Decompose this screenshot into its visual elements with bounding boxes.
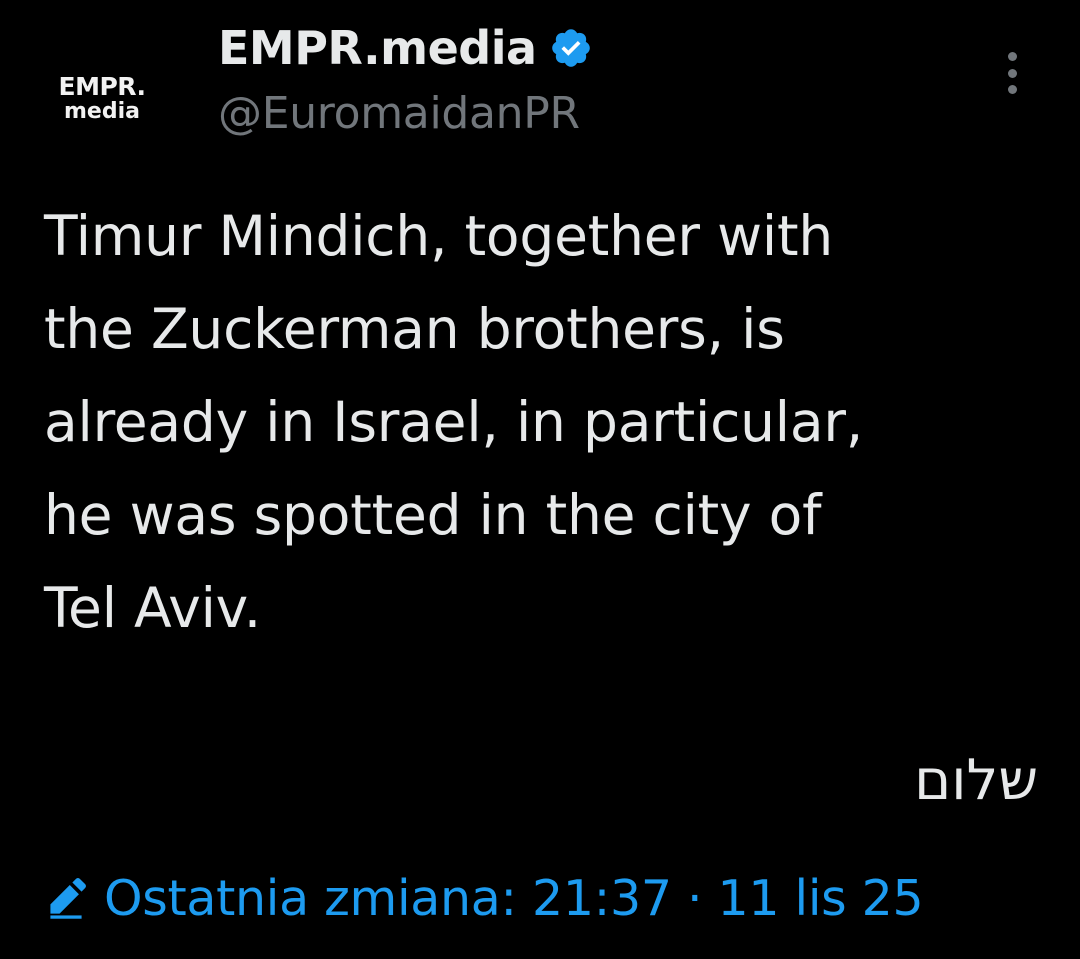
edit-history-label: Ostatnia zmiana: 21:37 · 11 lis 25 (104, 869, 924, 927)
pencil-icon (44, 876, 88, 920)
user-handle[interactable]: @EuromaidanPR (218, 88, 593, 139)
avatar[interactable]: EMPR. media (34, 44, 170, 152)
display-name[interactable]: EMPR.media (218, 21, 537, 75)
more-options-button[interactable] (994, 50, 1030, 96)
tweet-header: EMPR.media @EuromaidanPR (218, 20, 593, 139)
more-vertical-icon-dot-3 (1007, 85, 1017, 94)
more-vertical-icon-dot-2 (1007, 68, 1017, 78)
avatar-logo-line1: EMPR. (58, 71, 147, 101)
more-vertical-icon (1007, 52, 1017, 61)
verified-badge-icon (549, 26, 593, 70)
edit-history-link[interactable]: Ostatnia zmiana: 21:37 · 11 lis 25 (44, 866, 924, 930)
tweet-text: Timur Mindich, together with the Zuckerm… (44, 204, 864, 640)
display-name-row: EMPR.media (218, 20, 593, 76)
tweet-hebrew-text: שלום (914, 748, 1038, 813)
avatar-logo-line2: media (64, 98, 140, 124)
